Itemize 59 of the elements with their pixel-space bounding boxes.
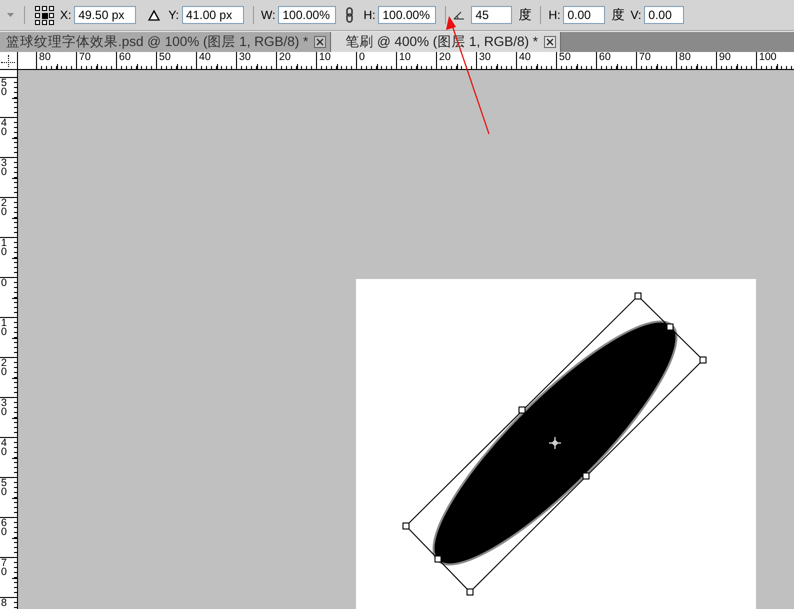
ruler-label: 40 bbox=[199, 52, 211, 63]
ruler-label: 60 bbox=[599, 52, 611, 63]
ruler-label: 40 bbox=[1, 119, 7, 137]
ruler-label: 0 bbox=[1, 279, 7, 288]
ruler-label: 30 bbox=[239, 52, 251, 63]
chain-link-icon bbox=[346, 7, 354, 23]
ruler-label: 30 bbox=[1, 159, 7, 177]
input-field[interactable]: 45 bbox=[471, 6, 512, 24]
ruler-label: 50 bbox=[1, 479, 7, 497]
ruler-label: 20 bbox=[279, 52, 291, 63]
ruler-label: 10 bbox=[1, 239, 7, 257]
field-label: V: bbox=[630, 8, 642, 22]
input-field[interactable]: 100.00% bbox=[378, 6, 436, 24]
transform-bounding-box[interactable] bbox=[402, 292, 706, 596]
ruler-label: 8 bbox=[1, 599, 7, 608]
ruler-origin-corner[interactable] bbox=[0, 52, 18, 70]
input-field[interactable]: 49.50 px bbox=[74, 6, 136, 24]
input-field[interactable]: 41.00 px bbox=[182, 6, 244, 24]
ruler-label: 10 bbox=[1, 319, 7, 337]
input-field[interactable]: 100.00% bbox=[278, 6, 336, 24]
ruler-label: 90 bbox=[719, 52, 731, 63]
document-tab[interactable]: 篮球纹理字体效果.psd @ 100% (图层 1, RGB/8) * bbox=[0, 32, 332, 52]
delta-icon bbox=[148, 10, 160, 20]
crosshair-icon bbox=[548, 436, 562, 450]
field-label: X: bbox=[60, 8, 72, 22]
ruler-label: 40 bbox=[519, 52, 531, 63]
ruler-label: 100 bbox=[759, 52, 777, 63]
ruler-label: 40 bbox=[1, 439, 7, 457]
input-field[interactable]: 0.00 bbox=[644, 6, 684, 24]
input-field[interactable]: 0.00 bbox=[563, 6, 606, 24]
field-label: H: bbox=[363, 8, 376, 22]
ruler-label: 80 bbox=[679, 52, 691, 63]
ruler-label: 70 bbox=[1, 559, 7, 577]
close-icon[interactable] bbox=[544, 36, 556, 48]
ruler-label: 70 bbox=[79, 52, 91, 63]
angle-icon bbox=[453, 10, 466, 20]
field-label: H: bbox=[548, 8, 560, 22]
ruler-label: 20 bbox=[1, 199, 7, 217]
unit-label: 度 bbox=[518, 6, 532, 24]
ruler-label: 20 bbox=[1, 359, 7, 377]
unit-label: 度 bbox=[611, 6, 624, 24]
ruler-label: 30 bbox=[479, 52, 491, 63]
ruler-label: 50 bbox=[159, 52, 171, 63]
ruler-label: 30 bbox=[1, 399, 7, 417]
ruler-label: 60 bbox=[1, 519, 7, 537]
ruler-label: 20 bbox=[439, 52, 451, 63]
ruler-label: 50 bbox=[1, 79, 7, 97]
ruler-label: 0 bbox=[359, 52, 365, 63]
dropdown-caret-icon bbox=[7, 13, 14, 17]
ruler-label: 70 bbox=[639, 52, 651, 63]
field-label: W: bbox=[261, 8, 276, 22]
ruler-label: 80 bbox=[39, 52, 51, 63]
ruler-label: 50 bbox=[559, 52, 571, 63]
reference-point-icon bbox=[35, 6, 54, 24]
close-icon[interactable] bbox=[314, 36, 326, 48]
ruler-label: 10 bbox=[319, 52, 331, 63]
ruler-label: 10 bbox=[399, 52, 411, 63]
ruler-label: 60 bbox=[119, 52, 131, 63]
field-label: Y: bbox=[168, 8, 180, 22]
